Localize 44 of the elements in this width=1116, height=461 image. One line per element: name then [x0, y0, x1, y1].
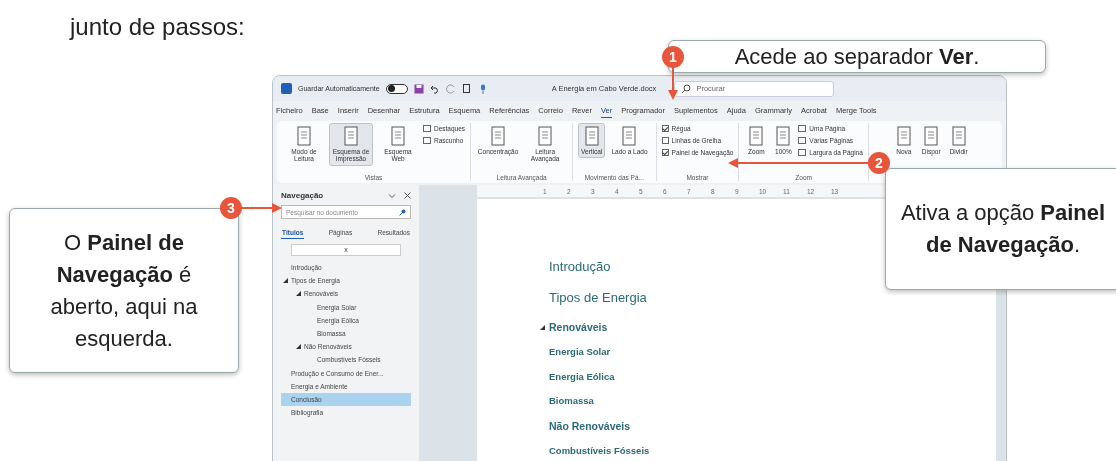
page-icon: [489, 126, 508, 146]
checkbox[interactable]: [661, 149, 669, 156]
undo-icon[interactable]: [429, 83, 440, 94]
step-marker: 1: [662, 46, 684, 68]
save-icon[interactable]: [413, 83, 424, 94]
page-icon: [389, 126, 407, 146]
autosave-toggle[interactable]: [385, 83, 408, 94]
callout-text: Ativa a opção Painel de Navegação.: [899, 199, 1107, 259]
collapse-triangle-icon[interactable]: [296, 344, 301, 350]
document-icon[interactable]: [461, 83, 472, 94]
document-heading: Energia Eólica: [549, 370, 616, 382]
checkbox[interactable]: [661, 137, 669, 144]
search-icon: [681, 83, 692, 94]
step-marker: 3: [220, 197, 242, 219]
page-icon: [922, 126, 941, 146]
document-heading: Biomassa: [549, 395, 595, 406]
document-heading: Renováveis: [549, 321, 996, 333]
collapse-triangle-icon[interactable]: [540, 324, 545, 330]
intro-text: junto de passos:: [70, 12, 245, 42]
pointer-arrow: [667, 66, 679, 100]
page-icon: [620, 126, 639, 146]
page-icon: [536, 126, 555, 146]
page-icon: [747, 126, 766, 146]
page-icon: [949, 126, 968, 146]
collapse-triangle-icon[interactable]: [283, 278, 288, 284]
page-icon: [894, 126, 913, 146]
pointer-arrow: [240, 202, 282, 214]
document-heading: Não Renováveis: [549, 419, 632, 432]
page-icon: [774, 126, 793, 146]
document-heading: Combustíveis Fósseis: [549, 444, 651, 456]
collapse-triangle-icon[interactable]: [296, 291, 301, 297]
callout-text: O Painel de Navegação é aberto, aqui na esquerda.: [49, 228, 199, 353]
page-icon: [342, 126, 360, 146]
close-icon[interactable]: [404, 192, 411, 199]
app-logo-icon: [281, 83, 292, 94]
pane-title: Navegação: [281, 191, 325, 200]
callout-text: Acede ao separador Ver.: [734, 42, 980, 71]
search-icon: [399, 208, 406, 216]
checkbox[interactable]: [661, 125, 669, 132]
page-icon: [582, 126, 601, 146]
page-icon: [295, 126, 313, 146]
document-heading: Energia Solar: [549, 346, 612, 357]
document-heading: Tipos de Energia: [549, 290, 648, 305]
document-heading: Introdução: [549, 259, 612, 274]
